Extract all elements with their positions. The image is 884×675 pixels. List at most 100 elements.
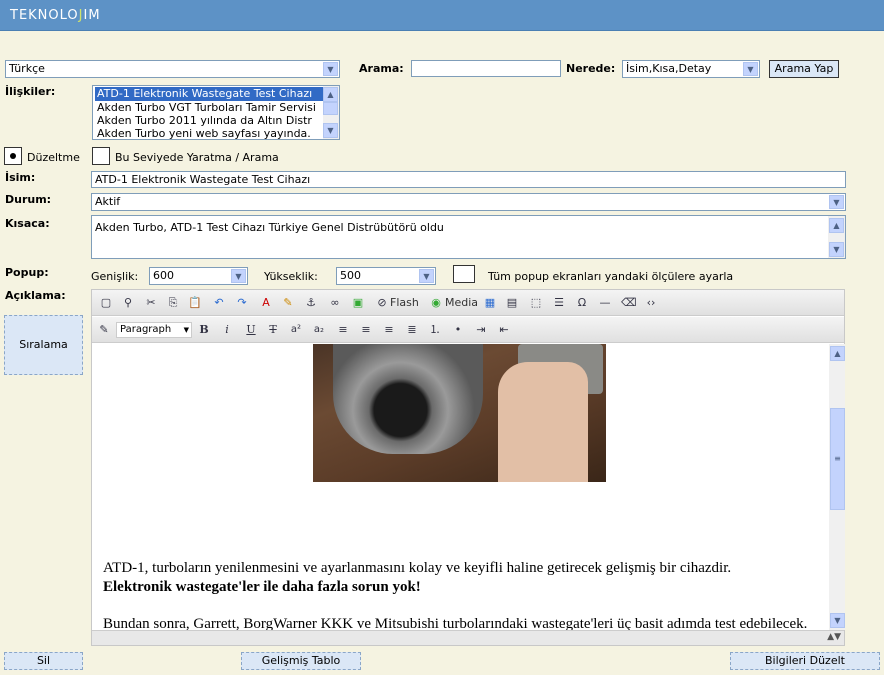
copy-icon[interactable]: ⎘ xyxy=(166,296,180,310)
italic-button[interactable]: i xyxy=(220,323,234,337)
content-line-3: Bundan sonra, Garrett, BorgWarner KKK ve… xyxy=(103,616,808,630)
bold-button[interactable]: B xyxy=(197,323,211,337)
strikethrough-button[interactable]: T xyxy=(266,323,280,337)
search-button[interactable]: Arama Yap xyxy=(769,60,839,78)
editor-statusbar: ▲▼ xyxy=(92,630,844,645)
subscript-icon[interactable]: a₂ xyxy=(312,323,326,337)
hand-shape xyxy=(498,362,588,482)
eraser-icon[interactable]: ⌫ xyxy=(621,296,637,310)
edit-mode-radio[interactable] xyxy=(4,147,22,165)
scroll-up-icon[interactable]: ▲ xyxy=(323,87,338,102)
scroll-down-icon[interactable]: ▼ xyxy=(829,242,844,257)
name-label: İsim: xyxy=(5,171,36,184)
search-input[interactable] xyxy=(411,60,561,77)
popup-width-select[interactable]: 600 ▼ xyxy=(149,267,248,285)
scroll-thumb[interactable]: ≡ xyxy=(830,408,845,510)
sort-button[interactable]: Sıralama xyxy=(4,315,83,375)
chevron-down-icon: ▼ xyxy=(231,269,246,283)
editor-toolbar-1: ▢ ⚲ ✂ ⎘ 📋 ↶ ↷ A ✎ ⚓ ∞ ▣ ⊘ Flash ◉ Media … xyxy=(92,290,844,316)
anchor-icon[interactable]: ⚓ xyxy=(304,296,318,310)
relations-label: İlişkiler: xyxy=(5,85,56,98)
chevron-down-icon: ▼ xyxy=(829,195,844,209)
edit-mode-label: Düzeltme xyxy=(27,151,80,164)
superscript-icon[interactable]: a² xyxy=(289,323,303,337)
style-icon[interactable]: ✎ xyxy=(97,323,111,337)
unordered-list-icon[interactable]: • xyxy=(451,323,465,337)
cut-icon[interactable]: ✂ xyxy=(144,296,158,310)
editor-content[interactable]: ATD-1, turboların yenilenmesini ve ayarl… xyxy=(92,344,829,630)
short-textarea[interactable]: Akden Turbo, ATD-1 Test Cihazı Türkiye G… xyxy=(91,215,846,259)
short-scrollbar[interactable]: ▲ ▼ xyxy=(828,216,845,258)
name-input[interactable]: ATD-1 Elektronik Wastegate Test Cihazı xyxy=(91,171,846,188)
description-label: Açıklama: xyxy=(5,289,66,302)
indent-icon[interactable]: ⇥ xyxy=(474,323,488,337)
create-mode-label: Bu Seviyede Yaratma / Arama xyxy=(115,151,279,164)
hr-icon[interactable]: ☰ xyxy=(552,296,566,310)
flash-icon[interactable]: ⊘ xyxy=(375,296,389,310)
find-icon[interactable]: ⚲ xyxy=(121,296,135,310)
list-item[interactable]: Akden Turbo VGT Turboları Tamir Servisi xyxy=(95,101,323,115)
popup-height-select[interactable]: 500 ▼ xyxy=(336,267,436,285)
advanced-table-button[interactable]: Gelişmiş Tablo xyxy=(241,652,361,670)
special-char-icon[interactable]: Ω xyxy=(575,296,589,310)
highlight-icon[interactable]: ✎ xyxy=(281,296,295,310)
visual-aid-icon[interactable]: ⬚ xyxy=(529,296,543,310)
code-icon[interactable]: ‹› xyxy=(644,296,658,310)
where-label: Nerede: xyxy=(566,62,616,75)
popup-width-value: 600 xyxy=(153,269,174,282)
horizontal-rule-icon[interactable]: — xyxy=(598,296,612,310)
relations-listbox[interactable]: ATD-1 Elektronik Wastegate Test Cihazı A… xyxy=(92,85,340,140)
short-label: Kısaca: xyxy=(5,217,50,230)
text-color-icon[interactable]: A xyxy=(259,296,273,310)
chevron-down-icon: ▼ xyxy=(183,326,189,334)
format-value: Paragraph xyxy=(120,324,172,335)
paste-icon[interactable]: 📋 xyxy=(188,296,202,310)
scroll-up-icon[interactable]: ▲ xyxy=(830,346,845,361)
media-icon[interactable]: ◉ xyxy=(429,296,443,310)
create-mode-radio[interactable] xyxy=(92,147,110,165)
resize-icon[interactable]: ▲▼ xyxy=(827,632,841,642)
status-select[interactable]: Aktif ▼ xyxy=(91,193,846,211)
flash-label[interactable]: Flash xyxy=(390,296,419,310)
editor-scrollbar[interactable]: ▲ ≡ ▼ xyxy=(829,344,845,630)
status-label: Durum: xyxy=(5,193,52,206)
scroll-down-icon[interactable]: ▼ xyxy=(830,613,845,628)
align-right-icon[interactable]: ≡ xyxy=(382,323,396,337)
rich-text-editor[interactable]: ▢ ⚲ ✂ ⎘ 📋 ↶ ↷ A ✎ ⚓ ∞ ▣ ⊘ Flash ◉ Media … xyxy=(91,289,845,646)
format-select[interactable]: Paragraph ▼ xyxy=(116,322,192,338)
underline-button[interactable]: U xyxy=(244,323,258,337)
relations-scrollbar[interactable]: ▲ ▼ xyxy=(323,86,339,139)
where-select[interactable]: İsim,Kısa,Detay ▼ xyxy=(622,60,760,78)
status-value: Aktif xyxy=(95,195,121,208)
media-label[interactable]: Media xyxy=(445,296,478,310)
ordered-list-icon[interactable]: ⒈ xyxy=(428,323,442,337)
update-button[interactable]: Bilgileri Düzelt xyxy=(730,652,880,670)
where-value: İsim,Kısa,Detay xyxy=(626,62,712,75)
list-item[interactable]: Akden Turbo 2011 yılında da Altın Distr xyxy=(95,114,323,128)
table-edit-icon[interactable]: ▤ xyxy=(505,296,519,310)
outdent-icon[interactable]: ⇤ xyxy=(497,323,511,337)
editor-toolbar-2: ✎ Paragraph ▼ B i U T a² a₂ ≡ ≡ ≡ ≣ ⒈ • … xyxy=(92,317,844,343)
popup-all-checkbox[interactable] xyxy=(453,265,475,283)
source-icon[interactable]: ▢ xyxy=(99,296,113,310)
popup-height-label: Yükseklik: xyxy=(264,270,318,283)
list-item[interactable]: Akden Turbo yeni web sayfası yayında. xyxy=(95,127,323,139)
language-value: Türkçe xyxy=(9,62,45,75)
language-select[interactable]: Türkçe ▼ xyxy=(5,60,340,78)
scroll-thumb[interactable] xyxy=(323,102,338,115)
align-center-icon[interactable]: ≡ xyxy=(359,323,373,337)
turbo-shape xyxy=(333,344,483,454)
redo-icon[interactable]: ↷ xyxy=(235,296,249,310)
content-line-2: Elektronik wastegate'ler ile daha fazla … xyxy=(103,579,421,595)
justify-icon[interactable]: ≣ xyxy=(405,323,419,337)
image-icon[interactable]: ▣ xyxy=(351,296,365,310)
link-icon[interactable]: ∞ xyxy=(328,296,342,310)
top-bar xyxy=(0,0,884,31)
scroll-up-icon[interactable]: ▲ xyxy=(829,218,844,233)
scroll-down-icon[interactable]: ▼ xyxy=(323,123,338,138)
list-item[interactable]: ATD-1 Elektronik Wastegate Test Cihazı xyxy=(95,87,323,101)
undo-icon[interactable]: ↶ xyxy=(212,296,226,310)
table-icon[interactable]: ▦ xyxy=(483,296,497,310)
align-left-icon[interactable]: ≡ xyxy=(336,323,350,337)
delete-button[interactable]: Sil xyxy=(4,652,83,670)
